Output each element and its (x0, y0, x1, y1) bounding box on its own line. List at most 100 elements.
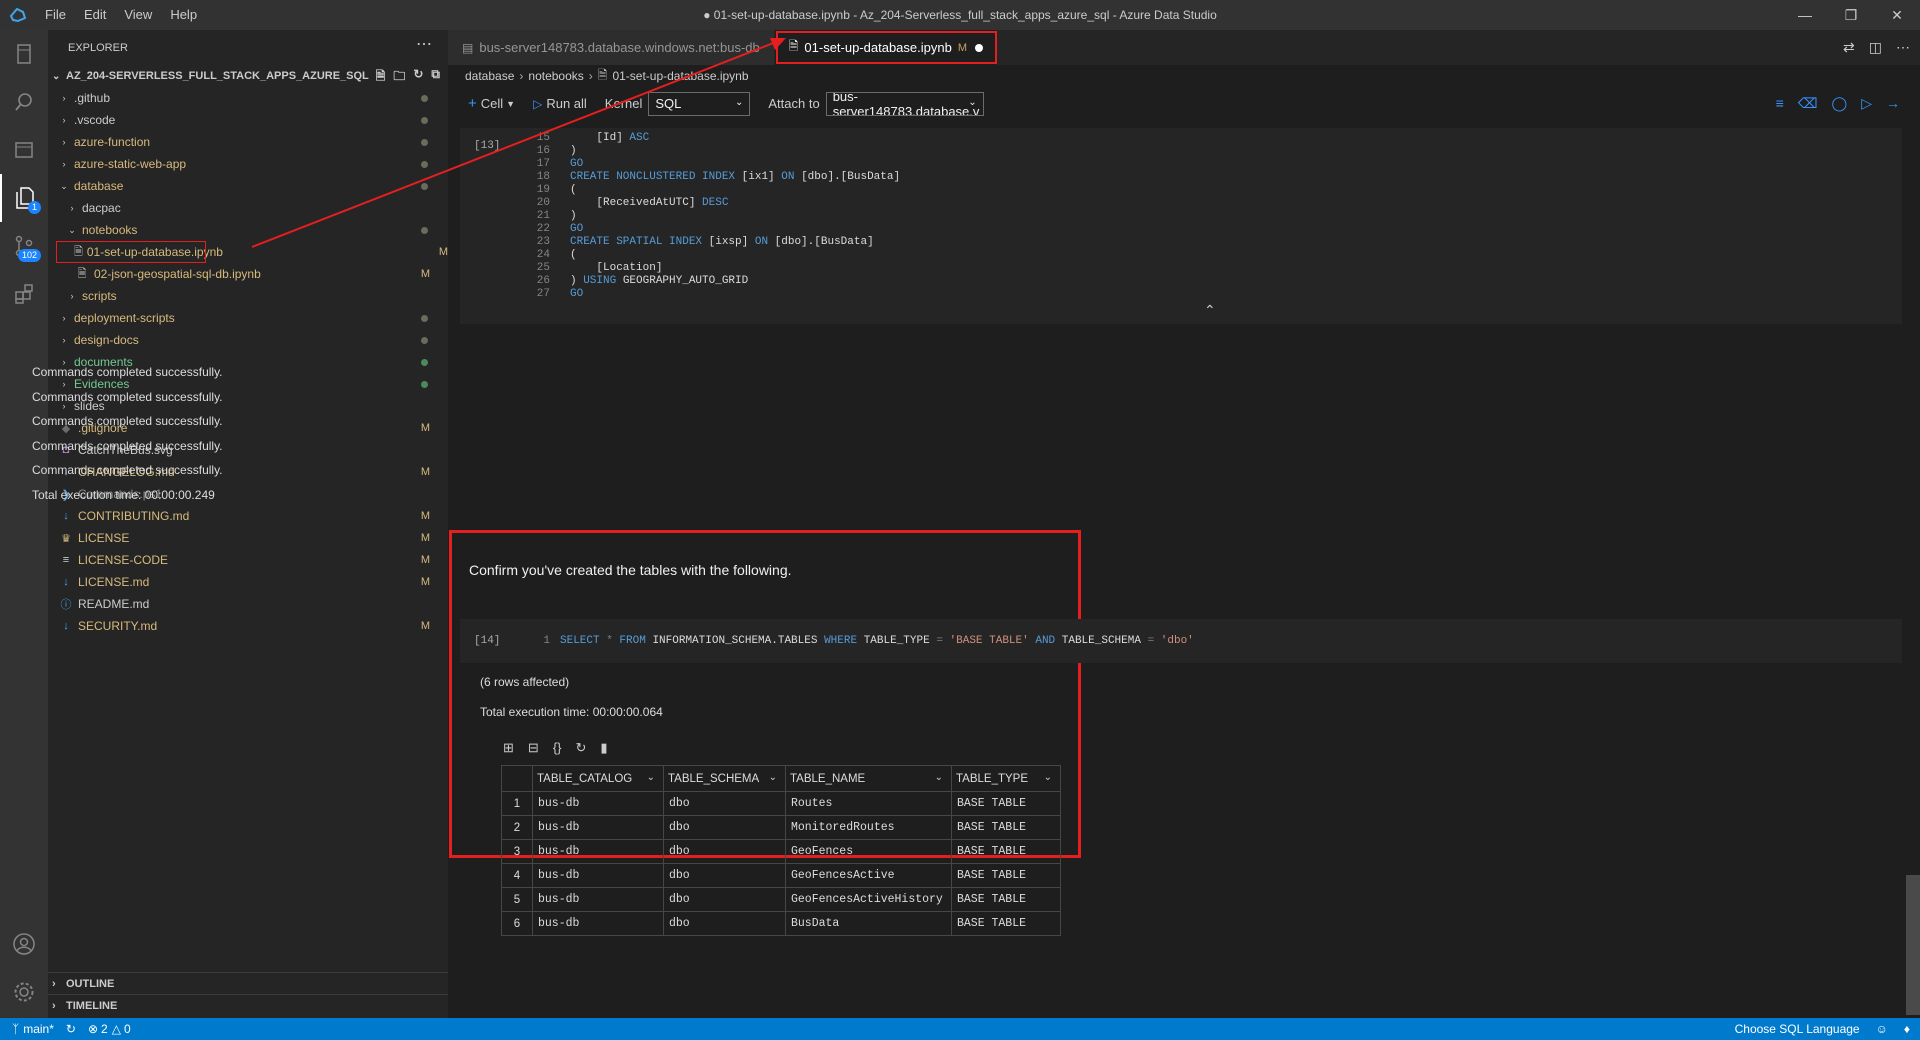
breadcrumb-item[interactable]: database (465, 69, 514, 83)
table-cell[interactable]: Routes (785, 791, 952, 816)
table-cell[interactable]: BASE TABLE (951, 887, 1061, 912)
table-cell[interactable]: bus-db (532, 839, 664, 864)
row-number[interactable]: 2 (501, 815, 533, 840)
breadcrumb-item[interactable]: notebooks (528, 69, 583, 83)
table-cell[interactable]: BASE TABLE (951, 815, 1061, 840)
table-cell[interactable]: GeoFencesActive (785, 863, 952, 888)
save-excel-icon[interactable]: ⊟ (528, 740, 539, 756)
table-cell[interactable]: GeoFencesActiveHistory (785, 887, 952, 912)
menu-edit[interactable]: Edit (75, 0, 115, 30)
tab-connection[interactable]: ▤ bus-server148783.database.windows.net:… (448, 30, 775, 65)
column-header[interactable]: TABLE_NAME ⌄ (785, 765, 952, 792)
menu-help[interactable]: Help (161, 0, 206, 30)
explorer-item[interactable]: › azure-function (48, 131, 448, 153)
account-icon[interactable] (0, 920, 48, 968)
table-row[interactable]: 5 bus-db dbo GeoFencesActiveHistory BASE TAB… (501, 887, 1061, 912)
code-cell[interactable]: [14] 1 SELECT * FROM INFORMATION_SCHEMA.… (460, 619, 1902, 663)
run-cells-icon[interactable]: ▷ (1861, 95, 1872, 112)
collapse-all-icon[interactable]: ⧉ (431, 67, 440, 88)
table-cell[interactable]: BASE TABLE (951, 911, 1061, 936)
collapse-cells-icon[interactable]: ≡ (1776, 95, 1784, 112)
table-cell[interactable]: BASE TABLE (951, 839, 1061, 864)
explorer-item[interactable]: › dacpac (48, 197, 448, 219)
explorer-item[interactable]: ↓ LICENSE.md M (48, 571, 448, 593)
explorer-item[interactable]: ⓘ README.md (48, 593, 448, 615)
code-cell[interactable]: [13] 15 16 17 18 19 20 21 22 23 24 25 26 27 [Id] ASC… (460, 128, 1902, 324)
chevron-down-icon[interactable]: ⌄ (647, 772, 655, 783)
table-row[interactable]: 4 bus-db dbo GeoFencesActive BASE TABLE (501, 863, 1061, 888)
explorer-icon[interactable]: 1 (0, 174, 48, 222)
table-cell[interactable]: BusData (785, 911, 952, 936)
feedback-icon[interactable]: ☺ (1876, 1022, 1888, 1036)
notebooks-icon[interactable] (0, 126, 48, 174)
problems-indicator[interactable]: ⊗ 2 △ 0 (88, 1022, 131, 1036)
extensions-icon[interactable] (0, 270, 48, 318)
menu-view[interactable]: View (115, 0, 161, 30)
explorer-item[interactable]: ♛ LICENSE M (48, 527, 448, 549)
table-cell[interactable]: bus-db (532, 863, 664, 888)
table-cell[interactable]: BASE TABLE (951, 863, 1061, 888)
refresh-icon[interactable]: ↻ (413, 67, 423, 88)
more-actions-icon[interactable]: ⋯ (416, 34, 432, 54)
clear-results-icon[interactable]: ⌫ (1798, 95, 1818, 112)
explorer-item[interactable]: › design-docs (48, 329, 448, 351)
explorer-item[interactable]: › deployment-scripts (48, 307, 448, 329)
save-csv-icon[interactable]: ⊞ (503, 740, 514, 756)
table-cell[interactable]: dbo (663, 791, 786, 816)
workspace-root[interactable]: ⌄ AZ_204-SERVERLESS_FULL_STACK_APPS_AZUR… (48, 65, 448, 87)
code-editor[interactable]: [Id] ASC) GO CREATE NONCLUSTERED INDEX [ix… (570, 132, 900, 301)
table-cell[interactable]: GeoFences (785, 839, 952, 864)
explorer-item[interactable]: ↓ SECURITY.md M (48, 615, 448, 637)
trusted-shield-icon[interactable]: ◯ (1832, 95, 1848, 112)
row-number[interactable]: 6 (501, 911, 533, 936)
menu-file[interactable]: File (36, 0, 75, 30)
explorer-item[interactable]: ⌄ database (48, 175, 448, 197)
new-file-icon[interactable]: 🗎 (376, 67, 386, 88)
explorer-item[interactable]: 🗎 01-set-up-database.ipynb M (56, 241, 448, 263)
explorer-item[interactable]: › .vscode (48, 109, 448, 131)
connections-icon[interactable] (0, 30, 48, 78)
minimize-button[interactable]: — (1782, 0, 1828, 30)
source-control-icon[interactable]: 102 (0, 222, 48, 270)
tab-notebook[interactable]: 🗎 01-set-up-database.ipynb M (774, 30, 999, 65)
restore-button[interactable]: ❐ (1828, 0, 1874, 30)
unsaved-dot-icon[interactable] (975, 43, 984, 52)
kernel-select[interactable]: SQL ⌄ (648, 91, 751, 116)
table-cell[interactable]: bus-db (532, 791, 664, 816)
save-xml-icon[interactable]: ↻ (576, 740, 587, 756)
row-number[interactable]: 5 (501, 887, 533, 912)
table-cell[interactable]: bus-db (532, 911, 664, 936)
run-all-button[interactable]: ▷ Run all (533, 96, 587, 111)
column-header[interactable]: TABLE_CATALOG ⌄ (532, 765, 664, 792)
table-cell[interactable]: dbo (663, 887, 786, 912)
search-icon[interactable] (0, 78, 48, 126)
table-row[interactable]: 2 bus-db dbo MonitoredRoutes BASE TABLE (501, 815, 1061, 840)
chevron-down-icon[interactable]: ⌄ (1044, 772, 1052, 783)
table-cell[interactable]: BASE TABLE (951, 791, 1061, 816)
markdown-text[interactable]: Confirm you've created the tables with t… (469, 562, 792, 578)
table-cell[interactable]: bus-db (532, 887, 664, 912)
compare-icon[interactable]: ⇄ (1843, 39, 1855, 56)
explorer-item[interactable]: › .github (48, 87, 448, 109)
code-line[interactable]: SELECT * FROM INFORMATION_SCHEMA.TABLES … (560, 635, 1194, 647)
notifications-bell-icon[interactable]: ♦ (1904, 1022, 1910, 1036)
explorer-item[interactable]: › azure-static-web-app (48, 153, 448, 175)
table-cell[interactable]: dbo (663, 863, 786, 888)
timeline-section[interactable]: › TIMELINE (48, 994, 448, 1016)
sync-button[interactable]: ↻ (66, 1022, 76, 1036)
save-json-icon[interactable]: {} (553, 740, 562, 756)
explorer-item[interactable]: › scripts (48, 285, 448, 307)
new-folder-icon[interactable]: 🗀 (393, 67, 405, 88)
branch-indicator[interactable]: ᛉ main* (12, 1022, 54, 1036)
row-number[interactable]: 4 (501, 863, 533, 888)
attach-to-select[interactable]: bus-server148783.database.v ⌄ (825, 91, 984, 116)
table-cell[interactable]: dbo (663, 839, 786, 864)
explorer-item[interactable]: 🗎 02-json-geospatial-sql-db.ipynb M (48, 263, 448, 285)
close-button[interactable]: ✕ (1874, 0, 1920, 30)
collapse-chevron-up-icon[interactable]: ⌃ (1204, 302, 1216, 319)
table-row[interactable]: 1 bus-db dbo Routes BASE TABLE (501, 791, 1061, 816)
outline-section[interactable]: › OUTLINE (48, 972, 448, 994)
column-header[interactable]: TABLE_TYPE ⌄ (951, 765, 1061, 792)
table-row[interactable]: 3 bus-db dbo GeoFences BASE TABLE (501, 839, 1061, 864)
explorer-item[interactable]: ≡ LICENSE-CODE M (48, 549, 448, 571)
